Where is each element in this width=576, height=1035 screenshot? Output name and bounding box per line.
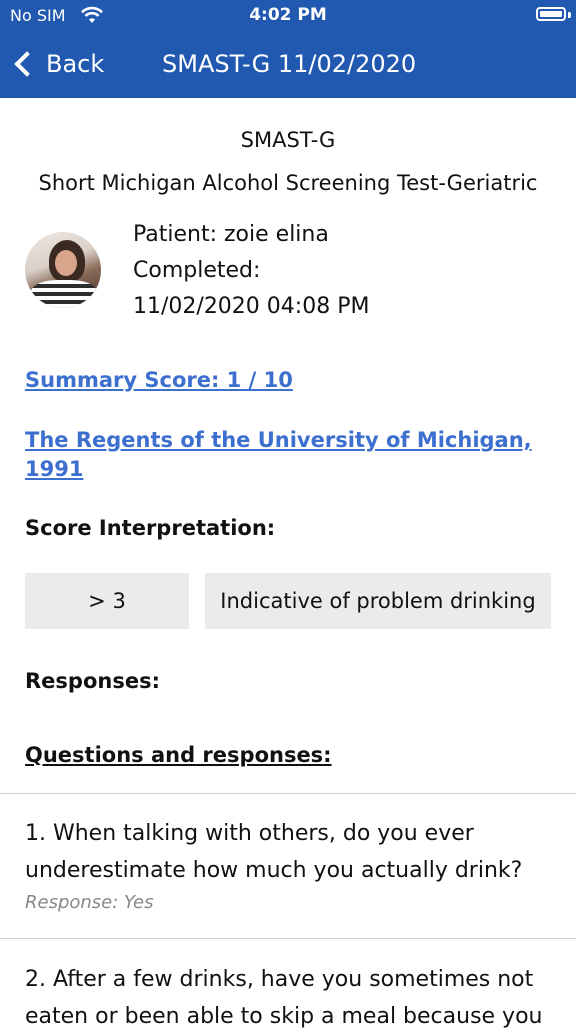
completed-date: 11/02/2020 04:08 PM <box>133 294 370 319</box>
score-interpretation-heading: Score Interpretation: <box>25 516 276 540</box>
back-label: Back <box>46 50 105 78</box>
score-range-cell: > 3 <box>25 573 189 629</box>
copyright-line-1: The Regents of the University of Michiga… <box>25 428 532 452</box>
patient-name: Patient: zoie elina <box>133 222 329 247</box>
completed-label: Completed: <box>133 258 261 283</box>
battery-cap <box>568 12 571 18</box>
divider <box>0 793 576 794</box>
questions-responses-heading: Questions and responses: <box>25 743 332 767</box>
copyright-link[interactable]: The Regents of the University of Michiga… <box>25 426 532 484</box>
status-time: 4:02 PM <box>249 5 327 25</box>
battery-icon <box>536 7 566 21</box>
page-title: SMAST-G 11/02/2020 <box>162 50 417 78</box>
question-2-line-1: 2. After a few drinks, have you sometime… <box>25 967 534 992</box>
navigation-bar: Back SMAST-G 11/02/2020 <box>0 30 576 98</box>
question-2-line-2: eaten or been able to skip a meal becaus… <box>25 1004 543 1029</box>
copyright-line-2: 1991 <box>25 457 84 481</box>
question-1-line-2: underestimate how much you actually drin… <box>25 858 523 883</box>
assessment-full-name: Short Michigan Alcohol Screening Test-Ge… <box>38 171 538 195</box>
divider <box>0 938 576 939</box>
back-button[interactable]: Back <box>12 46 104 82</box>
avatar <box>25 232 101 308</box>
question-1-response: Response: Yes <box>25 892 154 913</box>
score-meaning-cell: Indicative of problem drinking <box>205 573 551 629</box>
status-bar: No SIM 4:02 PM <box>0 0 576 30</box>
chevron-left-icon <box>14 51 40 77</box>
question-1: 1. When talking with others, do you ever… <box>25 815 565 889</box>
question-1-line-1: 1. When talking with others, do you ever <box>25 821 474 846</box>
summary-score-link[interactable]: Summary Score: 1 / 10 <box>25 366 293 395</box>
responses-heading: Responses: <box>25 669 160 693</box>
assessment-short-name: SMAST-G <box>240 128 336 152</box>
